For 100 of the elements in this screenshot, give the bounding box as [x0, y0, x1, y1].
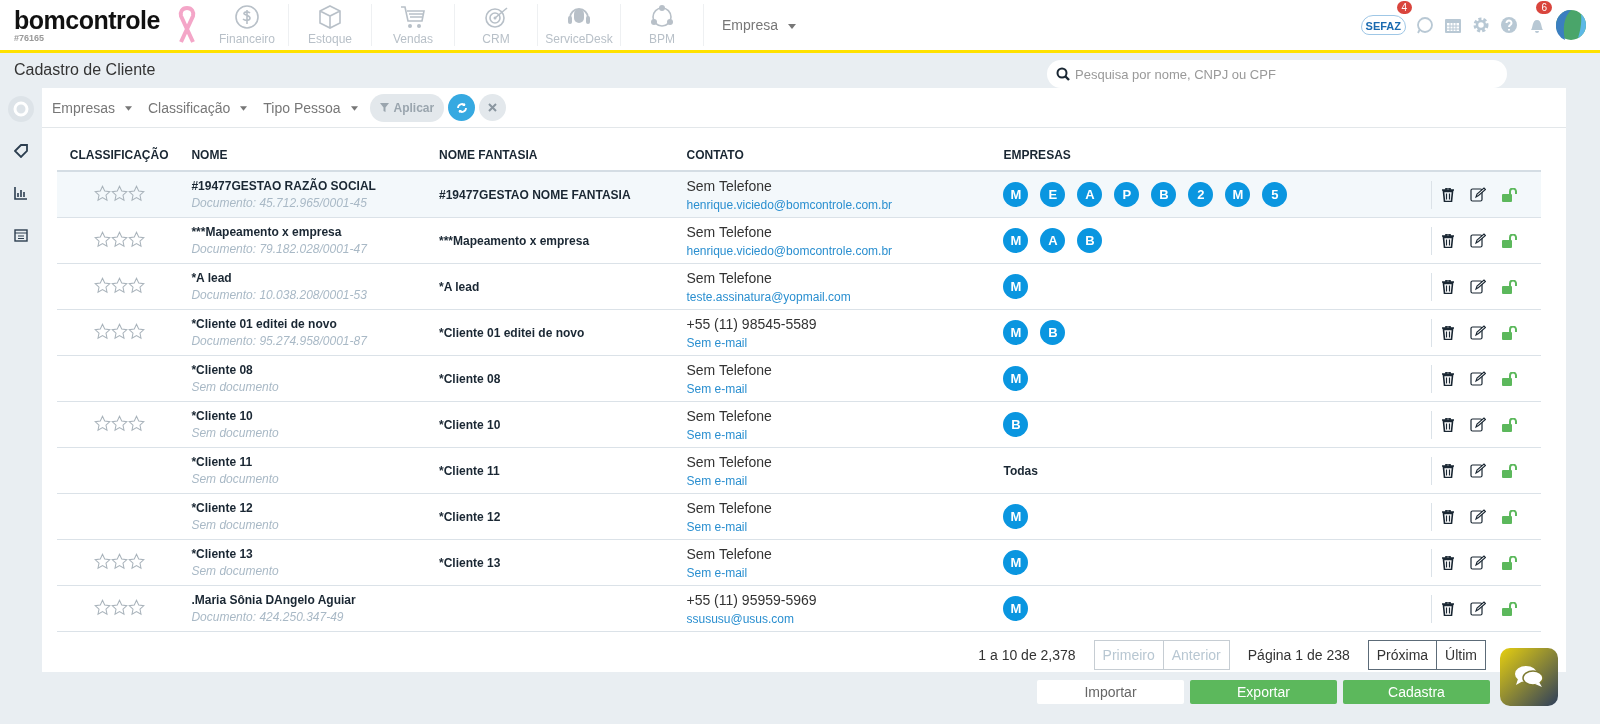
- unlock-icon[interactable]: [1502, 601, 1519, 616]
- unlock-icon[interactable]: [1502, 371, 1519, 386]
- tag-icon[interactable]: [14, 144, 28, 158]
- company-badge: M: [1003, 366, 1029, 391]
- chat-button[interactable]: [1500, 648, 1558, 706]
- company-badge: M: [1003, 182, 1029, 207]
- apply-button[interactable]: Aplicar: [369, 93, 445, 122]
- email-link[interactable]: Sem e-mail: [686, 427, 984, 442]
- edit-icon[interactable]: [1470, 187, 1487, 202]
- client-name: *Cliente 08: [191, 363, 254, 377]
- email-link[interactable]: Sem e-mail: [686, 335, 984, 350]
- client-name: *Cliente 11: [191, 455, 254, 469]
- action-button[interactable]: Exportar: [1190, 680, 1337, 704]
- star-rating[interactable]: [93, 598, 145, 616]
- edit-icon[interactable]: [1470, 601, 1487, 616]
- email-link[interactable]: Sem e-mail: [686, 519, 984, 534]
- edit-icon[interactable]: [1470, 325, 1487, 340]
- trash-icon[interactable]: [1442, 279, 1455, 294]
- action-button[interactable]: Cadastra: [1343, 680, 1490, 704]
- star-rating[interactable]: [93, 414, 145, 432]
- companies-text: Todas: [1003, 463, 1038, 478]
- trade-name: *Cliente 13: [439, 555, 501, 570]
- filter-dropdown[interactable]: Classificação: [143, 99, 252, 116]
- search-field[interactable]: Pesquisa por nome, CNPJ ou CPF: [1047, 60, 1507, 88]
- phone-text: Sem Telefone: [686, 223, 773, 240]
- clear-button[interactable]: [479, 94, 507, 121]
- trash-icon[interactable]: [1442, 325, 1455, 340]
- edit-icon[interactable]: [1470, 555, 1487, 570]
- star-icon: [93, 598, 111, 616]
- notification-badge: 4: [1396, 1, 1413, 14]
- box-icon: [317, 4, 343, 30]
- unlock-icon[interactable]: [1502, 187, 1519, 202]
- table-row[interactable]: *Cliente 12 Sem documento *Cliente 12 Sem Telefone Sem e-mail M: [57, 493, 1541, 540]
- trash-icon[interactable]: [1442, 601, 1455, 616]
- trash-icon[interactable]: [1442, 463, 1455, 478]
- unlock-icon[interactable]: [1502, 417, 1519, 432]
- trash-icon[interactable]: [1442, 417, 1455, 432]
- table-row[interactable]: *Cliente 10 Sem documento *Cliente 10 Sem Telefone Sem e-mail B: [57, 401, 1541, 448]
- cart-icon: [400, 4, 426, 30]
- trash-icon[interactable]: [1442, 371, 1455, 386]
- table-row[interactable]: *Cliente 01 editei de novo Documento: 95.274.958/0001-87 *Cliente 01 editei de novo +55 (11) 98545-5589 Sem e-mail M B: [57, 309, 1541, 356]
- module-link[interactable]: Vendas: [372, 4, 455, 46]
- company-badge: B: [1040, 320, 1066, 345]
- company-dropdown[interactable]: Empresa: [722, 17, 796, 33]
- unlock-icon[interactable]: [1502, 509, 1519, 524]
- phone-text: Sem Telefone: [686, 269, 773, 286]
- module-link[interactable]: CRM: [455, 4, 538, 46]
- edit-icon[interactable]: [1470, 279, 1487, 294]
- table-row[interactable]: *Cliente 13 Sem documento *Cliente 13 Sem Telefone Sem e-mail M: [57, 539, 1541, 586]
- star-rating[interactable]: [93, 276, 145, 294]
- table-row[interactable]: *Cliente 11 Sem documento *Cliente 11 Sem Telefone Sem e-mail Todas: [57, 447, 1541, 494]
- trash-icon[interactable]: [1442, 555, 1455, 570]
- avatar-icon[interactable]: [1556, 10, 1586, 40]
- star-icon: [127, 184, 145, 202]
- filter-dropdown[interactable]: Tipo Pessoa: [259, 99, 362, 116]
- phone-text: Sem Telefone: [686, 361, 773, 378]
- star-rating[interactable]: [93, 230, 145, 248]
- module-link[interactable]: Financeiro: [206, 4, 289, 46]
- bar-chart-icon[interactable]: [14, 186, 28, 200]
- trash-icon[interactable]: [1442, 509, 1455, 524]
- email-link[interactable]: henrique.viciedo@bomcontrole.com.br: [686, 197, 984, 212]
- import-button[interactable]: Importar: [1037, 680, 1184, 704]
- table-row[interactable]: *A lead Documento: 10.038.208/0001-53 *A lead Sem Telefone teste.assinatura@yopmail.com M: [57, 263, 1541, 310]
- dollar-icon: [234, 4, 260, 30]
- star-icon: [110, 598, 128, 616]
- email-link[interactable]: ssususu@usus.com: [686, 611, 984, 626]
- email-link[interactable]: Sem e-mail: [686, 381, 984, 396]
- filter-dropdown[interactable]: Empresas: [48, 99, 136, 116]
- module-link[interactable]: Estoque: [289, 4, 372, 46]
- page-button[interactable]: Próxima: [1367, 640, 1438, 670]
- trash-icon[interactable]: [1442, 233, 1455, 248]
- table-row[interactable]: ***Mapeamento x empresa Documento: 79.182.028/0001-47 ***Mapeamento x empresa Sem Telefone henrique.viciedo@bomcontrole.com.br M A B: [57, 217, 1541, 264]
- refresh-button[interactable]: [448, 94, 476, 121]
- edit-icon[interactable]: [1470, 417, 1487, 432]
- email-link[interactable]: Sem e-mail: [686, 473, 984, 488]
- star-rating[interactable]: [93, 552, 145, 570]
- table-row[interactable]: .Maria Sônia DAngelo Aguiar Documento: 424.250.347-49 +55 (11) 95959-5969 ssususu@usus.com M: [57, 585, 1541, 632]
- email-link[interactable]: henrique.viciedo@bomcontrole.com.br: [686, 243, 984, 258]
- results-summary: 1 a 10 de 2,378: [978, 647, 1076, 663]
- star-rating[interactable]: [93, 322, 145, 340]
- email-link[interactable]: teste.assinatura@yopmail.com: [686, 289, 984, 304]
- edit-icon[interactable]: [1470, 463, 1487, 478]
- star-rating[interactable]: [93, 184, 145, 202]
- edit-icon[interactable]: [1470, 233, 1487, 248]
- unlock-icon[interactable]: [1502, 463, 1519, 478]
- company-badge: M: [1003, 274, 1029, 299]
- unlock-icon[interactable]: [1502, 325, 1519, 340]
- star-icon: [93, 184, 111, 202]
- company-badge: M: [1003, 550, 1029, 575]
- page-button[interactable]: Últim: [1437, 640, 1486, 670]
- unlock-icon[interactable]: [1502, 555, 1519, 570]
- edit-icon[interactable]: [1470, 371, 1487, 386]
- trash-icon[interactable]: [1442, 187, 1455, 202]
- unlock-icon[interactable]: [1502, 279, 1519, 294]
- unlock-icon[interactable]: [1502, 233, 1519, 248]
- module-link[interactable]: ServiceDesk: [538, 4, 621, 46]
- edit-icon[interactable]: [1470, 509, 1487, 524]
- email-link[interactable]: Sem e-mail: [686, 565, 984, 580]
- table-row[interactable]: #19477GESTAO RAZÃO SOCIAL Documento: 45.712.965/0001-45 #19477GESTAO NOME FANTASIA Sem Telefone henrique.viciedo@bomcontrole.com.br M E A P B 2 M 5: [57, 171, 1541, 218]
- table-row[interactable]: *Cliente 08 Sem documento *Cliente 08 Sem Telefone Sem e-mail M: [57, 355, 1541, 402]
